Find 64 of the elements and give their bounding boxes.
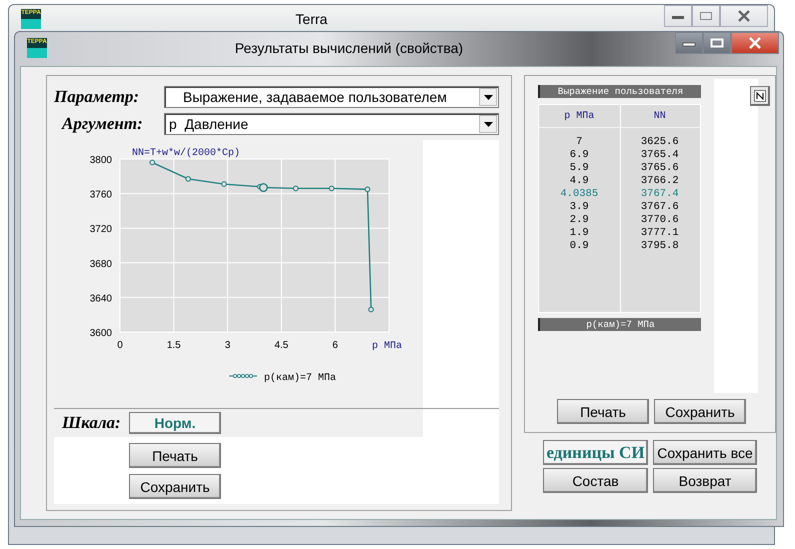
- data-point: [364, 186, 370, 192]
- scale-label: Шкала:: [62, 413, 122, 433]
- parameter-label: Параметр:: [54, 87, 140, 107]
- normal-scale-button[interactable]: Норм.: [129, 412, 221, 434]
- action-button[interactable]: Сохранить: [654, 399, 746, 424]
- close-icon: [748, 37, 762, 49]
- column-header: NN: [652, 110, 667, 122]
- table-row[interactable]: 4.9 3766.2: [539, 175, 700, 188]
- document-icon: [753, 89, 767, 103]
- action-button[interactable]: Печать: [557, 399, 649, 424]
- x-tick-label: 4.5: [274, 340, 288, 351]
- argument-dropdown[interactable]: p Давление: [164, 113, 499, 135]
- minimize-button[interactable]: [664, 5, 692, 27]
- x-axis-label: p МПа: [372, 341, 402, 352]
- table-row[interactable]: 1.9 3777.1: [539, 227, 700, 240]
- data-point: [328, 186, 334, 192]
- y-tick-label: 3640: [90, 293, 112, 304]
- data-point: [185, 176, 191, 182]
- maximize-button[interactable]: [692, 5, 720, 27]
- y-tick-label: 3720: [90, 224, 112, 236]
- data-point: [368, 306, 374, 312]
- chart-title: NN=T+w*w/(2000*Cp): [132, 148, 240, 159]
- maximize-icon: [699, 11, 713, 21]
- dialog-title: Результаты вычислений (свойства): [234, 40, 464, 56]
- legend-marker: [228, 374, 258, 378]
- x-tick-label: 6: [332, 340, 338, 351]
- table-title: Выражение пользователя: [538, 85, 701, 98]
- action-button[interactable]: Состав: [543, 468, 648, 493]
- x-tick-label: 1.5: [166, 340, 181, 351]
- copy-button[interactable]: [750, 86, 770, 106]
- y-tick-label: 3800: [90, 155, 112, 166]
- close-button[interactable]: [720, 5, 768, 27]
- window-title: Terra: [294, 11, 328, 27]
- maximize-button[interactable]: [703, 32, 731, 54]
- column-header: p МПа: [563, 110, 596, 122]
- argument-label: Аргумент:: [60, 114, 144, 134]
- action-button[interactable]: Сохранить: [129, 474, 221, 499]
- action-button[interactable]: Печать: [129, 443, 221, 468]
- y-tick-label: 3600: [90, 328, 112, 339]
- y-tick-label: 3680: [90, 258, 112, 270]
- legend-label: p(кам)=7 МПа: [264, 373, 336, 384]
- caret-icon: [484, 94, 492, 100]
- action-button[interactable]: Сохранить все: [653, 440, 757, 465]
- table-row[interactable]: 3.9 3767.6: [539, 201, 700, 214]
- action-button[interactable]: Возврат: [653, 468, 757, 493]
- x-tick-label: 0: [117, 340, 123, 351]
- data-point: [149, 160, 156, 166]
- table-row[interactable]: 2.9 3770.6: [539, 214, 700, 227]
- table-row[interactable]: 7 3625.6: [539, 136, 700, 149]
- caret-icon: [484, 122, 492, 126]
- minimize-button[interactable]: [675, 32, 703, 54]
- table-footer: p(кам)=7 МПа: [538, 318, 701, 331]
- data-point: [292, 186, 299, 192]
- close-button[interactable]: [731, 32, 779, 54]
- x-tick-label: 3: [224, 340, 230, 351]
- action-button[interactable]: единицы СИ: [543, 440, 648, 465]
- close-icon: [737, 10, 751, 22]
- table-row[interactable]: 6.9 3765.4: [539, 149, 700, 162]
- maximize-icon: [710, 38, 724, 48]
- parameter-dropdown[interactable]: Выражение, задаваемое пользователем: [164, 86, 499, 108]
- data-point: [221, 181, 227, 187]
- table-row[interactable]: 5.9 3765.6: [539, 162, 700, 175]
- table-row[interactable]: 0.9 3795.8: [539, 240, 700, 253]
- y-tick-label: 3760: [90, 190, 112, 201]
